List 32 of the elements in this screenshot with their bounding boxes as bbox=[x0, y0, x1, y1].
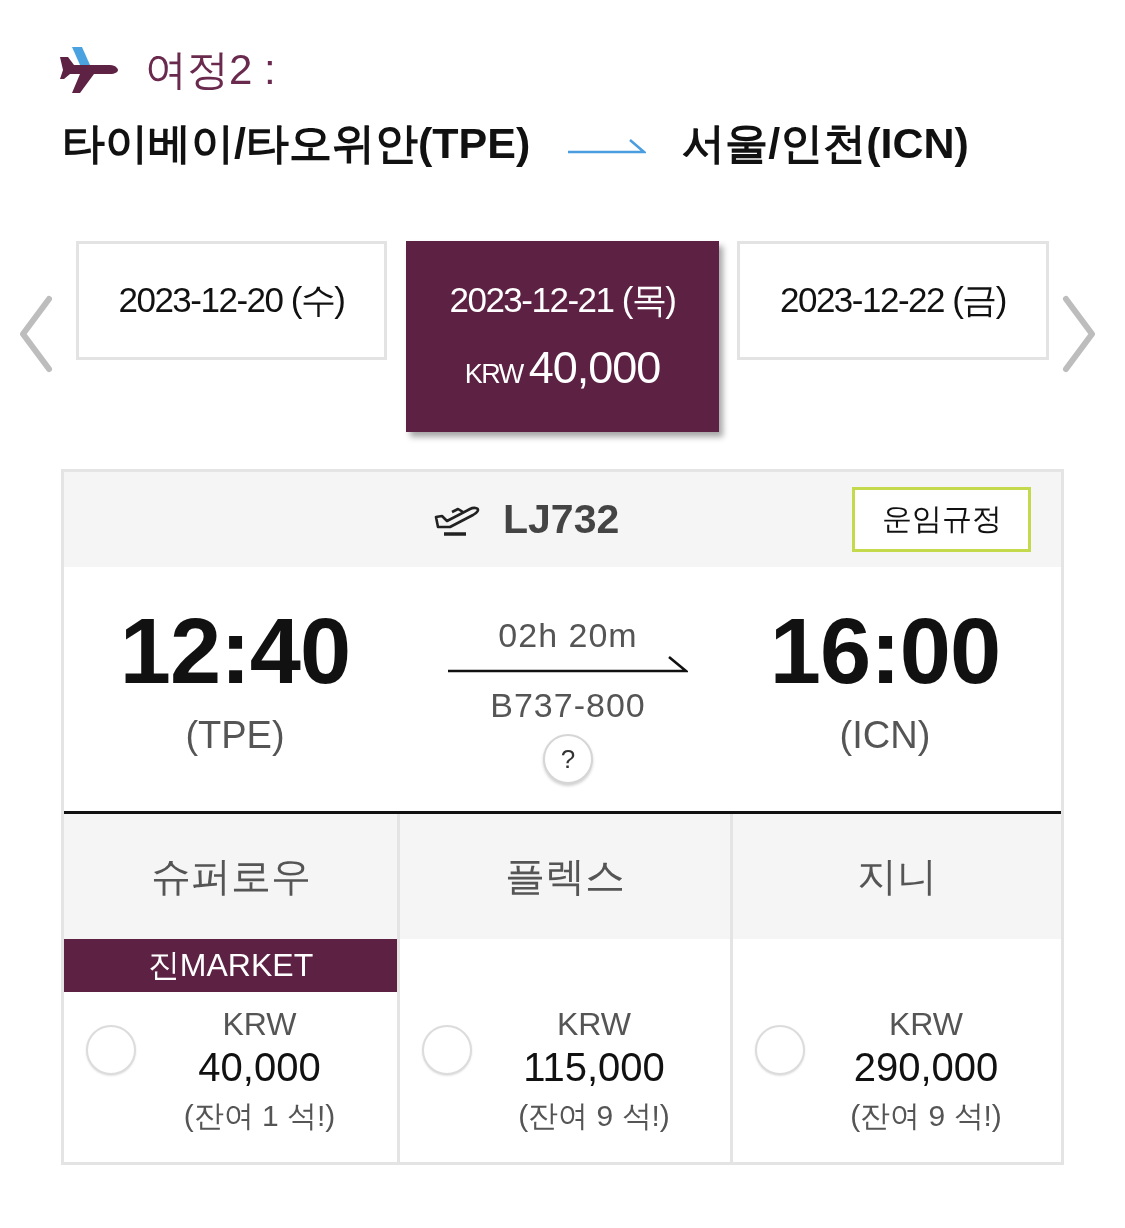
fare-rules-button[interactable]: 운임규정 bbox=[852, 487, 1031, 552]
departure-airport: (TPE) bbox=[185, 713, 285, 758]
radio-button[interactable] bbox=[422, 1025, 472, 1075]
airplane-icon bbox=[60, 45, 118, 95]
fare-type-header: 슈퍼로우 bbox=[64, 814, 397, 939]
date-tab[interactable]: 2023-12-22 (금) bbox=[737, 241, 1049, 360]
promo-tag: 진MARKET bbox=[64, 939, 397, 992]
fare-type-header: 플렉스 bbox=[400, 814, 730, 939]
departure-time: 12:40 bbox=[119, 605, 351, 697]
flight-number: LJ732 bbox=[503, 496, 620, 543]
itinerary-label: 여정2 : bbox=[145, 45, 276, 95]
fare-type-header: 지니 bbox=[733, 814, 1061, 939]
arrival-airport: (ICN) bbox=[839, 713, 931, 758]
date-tab[interactable]: 2023-12-20 (수) bbox=[76, 241, 387, 360]
origin-city: 타이베이/타오위안(TPE) bbox=[62, 118, 531, 168]
destination-city: 서울/인천(ICN) bbox=[682, 118, 969, 168]
currency-label: KRW bbox=[888, 1005, 964, 1044]
seats-left: (잔여 9 석!) bbox=[850, 1098, 1002, 1134]
fare-price: 40,000 bbox=[198, 1045, 321, 1089]
fare-price: 290,000 bbox=[853, 1045, 999, 1089]
currency-label: KRW bbox=[556, 1005, 632, 1044]
seats-left: (잔여 1 석!) bbox=[183, 1098, 336, 1134]
help-button[interactable]: ? bbox=[543, 734, 593, 784]
currency-label: KRW bbox=[222, 1005, 297, 1044]
radio-button[interactable] bbox=[86, 1025, 136, 1075]
aircraft-type: B737-800 bbox=[490, 685, 646, 725]
fare-price: 115,000 bbox=[523, 1045, 665, 1089]
seats-left: (잔여 9 석!) bbox=[518, 1098, 670, 1134]
radio-button[interactable] bbox=[755, 1025, 805, 1075]
date-tab[interactable]: 2023-12-21 (목) KRW40,000 bbox=[406, 241, 719, 432]
flight-duration: 02h 20m bbox=[498, 615, 638, 655]
arrival-time: 16:00 bbox=[769, 605, 1001, 697]
